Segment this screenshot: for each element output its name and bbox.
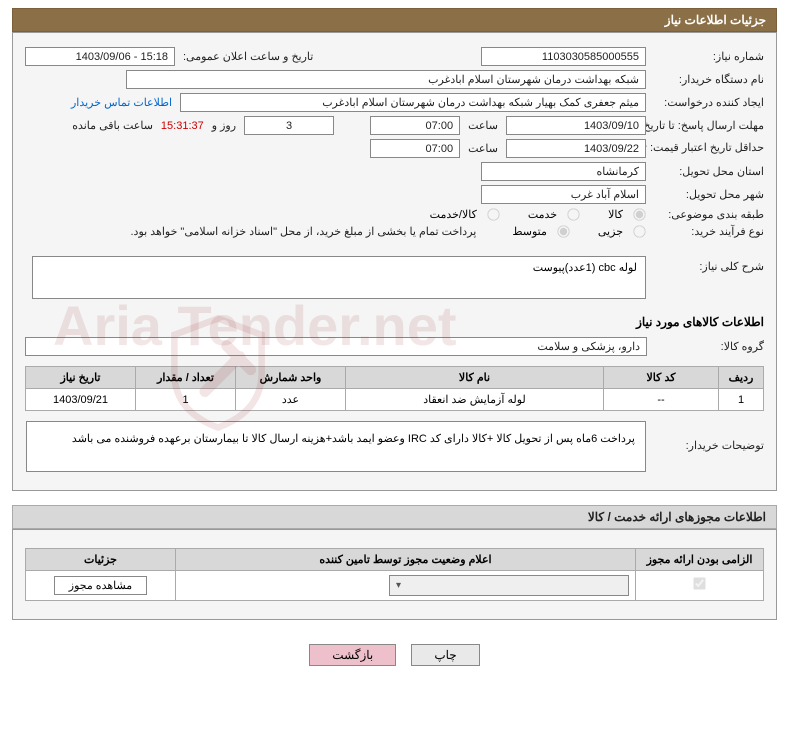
license-header-row: الزامی بودن ارائه مجوز اعلام وضعیت مجوز … [26,548,764,570]
validity-time: 07:00 [370,139,460,158]
col-unit: واحد شمارش [236,367,346,389]
radio-jozi [633,225,645,237]
desc-label: شرح کلی نیاز: [654,256,764,273]
note-label: توضیحات خریدار: [654,421,764,452]
cell-status: ▾ [176,570,636,600]
col-code: کد کالا [604,367,719,389]
back-button[interactable]: بازگشت [309,644,396,666]
buyer-label: نام دستگاه خریدار: [654,73,764,86]
row-number: شماره نیاز: 1103030585000555 تاریخ و ساع… [25,47,764,66]
city-value: اسلام آباد غرب [481,185,646,204]
row-desc: شرح کلی نیاز: لوله cbc (1عدد)پیوست [25,256,764,299]
category-radios: کالا خدمت کالا/خدمت [430,208,646,221]
footer-buttons: چاپ بازگشت [12,634,777,670]
row-deadline: مهلت ارسال پاسخ: تا تاریخ: 1403/09/10 سا… [25,116,764,135]
row-process: نوع فرآیند خرید: جزیی متوسط پرداخت تمام … [25,225,764,238]
group-label: گروه کالا: [655,340,764,353]
col-name: نام کالا [346,367,604,389]
row-category: طبقه بندی موضوعی: کالا خدمت کالا/خدمت [25,208,764,221]
requester-value: میثم جعفری کمک بهیار شبکه بهداشت درمان ش… [180,93,646,112]
validity-date: 1403/09/22 [506,139,646,158]
province-value: کرمانشاه [481,162,646,181]
number-value: 1103030585000555 [481,47,646,66]
deadline-label: مهلت ارسال پاسخ: تا تاریخ: [654,119,764,132]
days-value: 3 [244,116,334,135]
col-details: جزئیات [26,548,176,570]
chevron-down-icon: ▾ [396,580,401,591]
cell-unit: عدد [236,389,346,411]
process-radios: جزیی متوسط [512,225,646,238]
province-label: استان محل تحویل: [654,165,764,178]
group-value: دارو، پزشکی و سلامت [25,337,647,356]
city-label: شهر محل تحویل: [654,188,764,201]
radio-khadamat [567,208,579,220]
license-section: الزامی بودن ارائه مجوز اعلام وضعیت مجوز … [12,529,777,620]
cell-qty: 1 [136,389,236,411]
table-row: 1 -- لوله آزمایش ضد انعقاد عدد 1 1403/09… [26,389,764,411]
cell-details: مشاهده مجوز [26,570,176,600]
time-label-2: ساعت [468,142,498,155]
row-city: شهر محل تحویل: اسلام آباد غرب [25,185,764,204]
radio-khadamat-label: خدمت [528,208,580,221]
radio-kala-label: کالا [608,208,646,221]
license-header: اطلاعات مجوزهای ارائه خدمت / کالا [12,505,777,529]
requester-label: ایجاد کننده درخواست: [654,96,764,109]
deadline-time: 07:00 [370,116,460,135]
radio-motavaset-label: متوسط [512,225,570,238]
radio-kala [633,208,645,220]
header-title: جزئیات اطلاعات نیاز [665,13,766,27]
print-button[interactable]: چاپ [411,644,479,666]
main-header: جزئیات اطلاعات نیاز [12,8,777,32]
category-label: طبقه بندی موضوعی: [654,208,764,221]
announce-label: تاریخ و ساعت اعلان عمومی: [183,50,313,63]
radio-both [487,208,499,220]
license-row: ▾ مشاهده مجوز [26,570,764,600]
desc-value: لوله cbc (1عدد)پیوست [32,256,646,299]
license-table: الزامی بودن ارائه مجوز اعلام وضعیت مجوز … [25,548,764,601]
view-license-button[interactable]: مشاهده مجوز [54,576,147,595]
row-buyer: نام دستگاه خریدار: شبکه بهداشت درمان شهر… [25,70,764,89]
col-mandatory: الزامی بودن ارائه مجوز [636,548,764,570]
row-validity: حداقل تاریخ اعتبار قیمت: تا تاریخ: 1403/… [25,139,764,158]
remain-suffix: ساعت باقی مانده [72,119,153,132]
mandatory-checkbox [693,578,705,590]
validity-label: حداقل تاریخ اعتبار قیمت: تا تاریخ: [654,141,764,155]
row-group: گروه کالا: دارو، پزشکی و سلامت [25,337,764,356]
goods-title: اطلاعات کالاهای مورد نیاز [25,315,764,329]
remain-time: 15:31:37 [161,120,204,132]
radio-motavaset [557,225,569,237]
time-label-1: ساعت [468,119,498,132]
need-info-section: Aria Tender.net شماره نیاز: 110303058500… [12,32,777,491]
license-title: اطلاعات مجوزهای ارائه خدمت / کالا [588,510,766,524]
status-select[interactable]: ▾ [389,575,629,596]
row-requester: ایجاد کننده درخواست: میثم جعفری کمک بهیا… [25,93,764,112]
radio-both-label: کالا/خدمت [430,208,500,221]
col-row: ردیف [719,367,764,389]
cell-row: 1 [719,389,764,411]
col-date: تاریخ نیاز [26,367,136,389]
note-value: پرداخت 6ماه پس از تحویل کالا +کالا دارای… [26,421,646,472]
process-note: پرداخت تمام یا بخشی از مبلغ خرید، از محل… [131,225,477,238]
cell-date: 1403/09/21 [26,389,136,411]
announce-value: 1403/09/06 - 15:18 [25,47,175,66]
buyer-value: شبکه بهداشت درمان شهرستان اسلام ابادغرب [126,70,646,89]
row-province: استان محل تحویل: کرمانشاه [25,162,764,181]
process-label: نوع فرآیند خرید: [654,225,764,238]
deadline-date: 1403/09/10 [506,116,646,135]
radio-jozi-label: جزیی [598,225,646,238]
cell-mandatory [636,570,764,600]
cell-code: -- [604,389,719,411]
buyer-contact-link[interactable]: اطلاعات تماس خریدار [71,96,172,109]
col-qty: تعداد / مقدار [136,367,236,389]
number-label: شماره نیاز: [654,50,764,63]
days-suffix: روز و [212,119,236,132]
cell-name: لوله آزمایش ضد انعقاد [346,389,604,411]
goods-table: ردیف کد کالا نام کالا واحد شمارش تعداد /… [25,366,764,411]
row-note: توضیحات خریدار: پرداخت 6ماه پس از تحویل … [25,421,764,472]
col-status: اعلام وضعیت مجوز توسط تامین کننده [176,548,636,570]
goods-header-row: ردیف کد کالا نام کالا واحد شمارش تعداد /… [26,367,764,389]
